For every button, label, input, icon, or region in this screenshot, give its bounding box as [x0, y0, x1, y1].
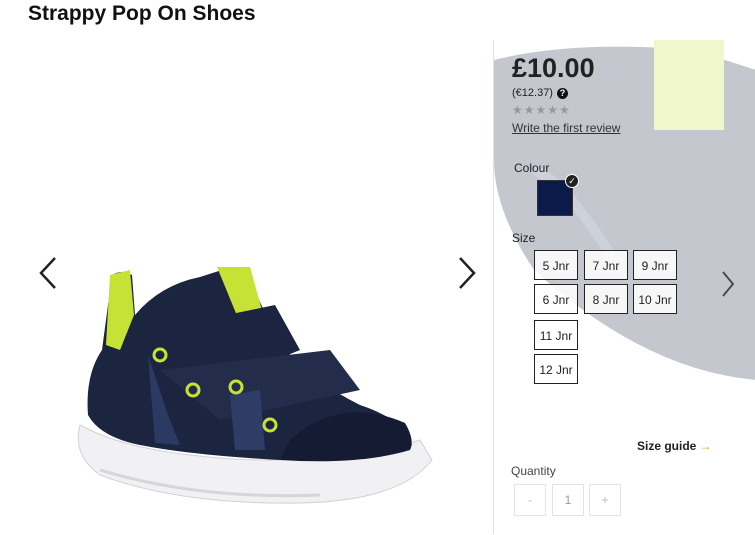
product-image	[77, 267, 433, 504]
size-guide-text: Size guide	[637, 439, 697, 453]
quantity-increase-button[interactable]: +	[589, 484, 621, 516]
check-icon: ✓	[565, 174, 579, 188]
alt-currency-price: (€12.37) ?	[512, 87, 568, 99]
size-option[interactable]: 9 Jnr	[633, 250, 677, 280]
colour-swatch-navy[interactable]: ✓	[537, 174, 579, 216]
quantity-input[interactable]: 1	[552, 484, 584, 516]
chevron-right-icon	[459, 257, 476, 289]
rating-stars: ★★★★★	[512, 103, 571, 117]
chevron-right-icon[interactable]	[720, 268, 736, 300]
product-title: Strappy Pop On Shoes	[28, 2, 256, 25]
size-option[interactable]: 6 Jnr	[534, 284, 578, 314]
alt-price-text: (€12.37)	[512, 87, 553, 99]
quantity-label: Quantity	[511, 464, 556, 478]
size-option[interactable]: 7 Jnr	[584, 250, 628, 280]
size-option[interactable]: 10 Jnr	[633, 284, 677, 314]
write-review-link[interactable]: Write the first review	[512, 121, 620, 135]
product-price: £10.00	[512, 53, 595, 83]
product-details-panel: £10.00 (€12.37) ? ★★★★★ Write the first …	[493, 40, 755, 534]
size-option[interactable]: 12 Jnr	[534, 354, 578, 384]
size-label: Size	[512, 231, 536, 245]
help-icon[interactable]: ?	[556, 87, 568, 99]
size-option[interactable]: 5 Jnr	[534, 250, 578, 280]
colour-label: Colour	[514, 161, 550, 175]
quantity-decrease-button[interactable]: -	[514, 484, 546, 516]
gallery-next-button[interactable]	[452, 253, 482, 293]
arrow-right-icon: →	[699, 439, 712, 453]
size-option[interactable]: 11 Jnr	[534, 320, 578, 350]
size-guide-link[interactable]: Size guide →	[637, 439, 711, 453]
size-option[interactable]: 8 Jnr	[584, 284, 628, 314]
